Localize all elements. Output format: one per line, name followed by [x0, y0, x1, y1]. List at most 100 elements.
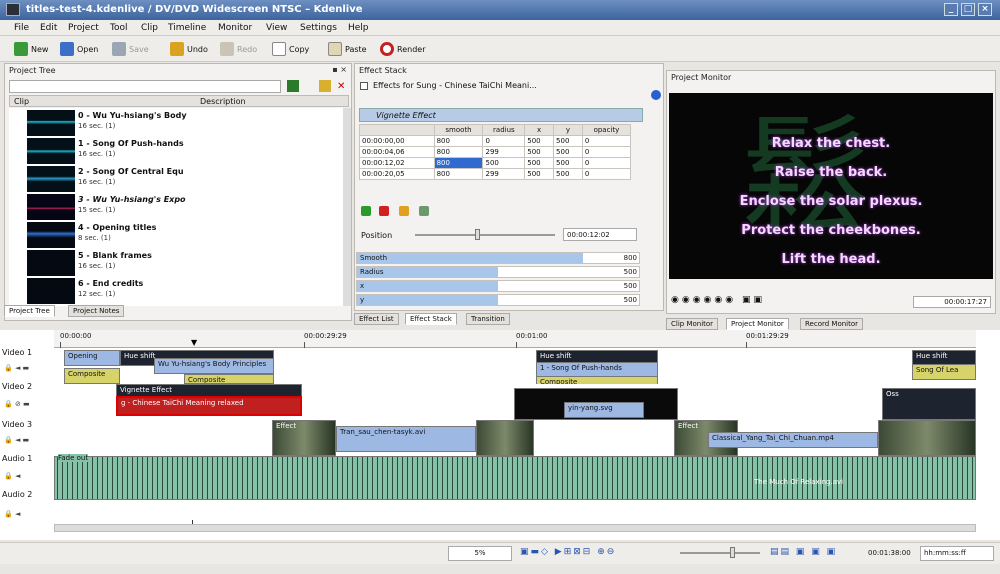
- edit-clip-icon[interactable]: [319, 80, 331, 92]
- track-audio-1[interactable]: Fade out The Much Of Relaxing.avi: [54, 454, 976, 502]
- table-row[interactable]: 00:00:00,00 800 0 500 500 0: [359, 135, 632, 147]
- track-controls[interactable]: 🔒 ◄: [4, 472, 20, 480]
- add-keyframe-icon[interactable]: [361, 206, 371, 216]
- track-video-2[interactable]: Vignette Effect g - Chinese TaiChi Meani…: [54, 384, 976, 420]
- tab-effect-list[interactable]: Effect List: [354, 313, 399, 325]
- track-video-3[interactable]: Effect Tran_sau_chen-tasyk.avi Effect Cl…: [54, 420, 976, 456]
- table-cell[interactable]: 299: [482, 168, 526, 180]
- menu-help[interactable]: Help: [348, 23, 369, 33]
- zoom-slider-handle[interactable]: [730, 547, 735, 558]
- maximize-button[interactable]: □: [961, 3, 975, 16]
- table-cell[interactable]: 00:00:04,06: [359, 146, 435, 158]
- menu-edit[interactable]: Edit: [40, 23, 57, 33]
- zoom-level[interactable]: 5%: [448, 546, 512, 561]
- radius-slider[interactable]: Radius 500: [356, 266, 640, 278]
- menu-tool[interactable]: Tool: [110, 23, 127, 33]
- tab-record-monitor[interactable]: Record Monitor: [800, 318, 864, 330]
- save-button[interactable]: Save: [112, 40, 149, 58]
- undo-button[interactable]: Undo: [170, 40, 208, 58]
- table-cell[interactable]: 500: [553, 157, 583, 169]
- track-video-1[interactable]: Opening Composite Hue shift Wu Yu-hsiang…: [54, 348, 976, 386]
- timeline-clip[interactable]: Song Of Lea: [912, 364, 976, 380]
- tab-effect-stack[interactable]: Effect Stack: [405, 313, 457, 325]
- y-slider[interactable]: y 500: [356, 294, 640, 306]
- menu-settings[interactable]: Settings: [300, 23, 337, 33]
- timeline-clip[interactable]: Wu Yu-hsiang's Body Principles: [154, 358, 274, 374]
- timecode-format-select[interactable]: hh:mm:ss:ff: [920, 546, 994, 561]
- table-cell[interactable]: 500: [553, 135, 583, 147]
- menu-file[interactable]: File: [14, 23, 29, 33]
- table-row[interactable]: 00:00:20,05 800 299 500 500 0: [359, 168, 632, 180]
- table-cell[interactable]: 00:00:00,00: [359, 135, 435, 147]
- horizontal-scrollbar[interactable]: [54, 524, 976, 532]
- effect-name[interactable]: Vignette Effect: [376, 111, 436, 120]
- track-controls[interactable]: 🔒 ◄ ▬: [4, 364, 29, 372]
- tab-clip-monitor[interactable]: Clip Monitor: [666, 318, 719, 330]
- timeline-clip[interactable]: yin-yang.svg: [564, 402, 644, 418]
- new-button[interactable]: New: [14, 40, 48, 58]
- table-cell[interactable]: 00:00:20,05: [359, 168, 435, 180]
- timeline-clip[interactable]: Classical_Yang_Tai_Chi_Chuan.mp4: [708, 432, 878, 448]
- menu-timeline[interactable]: Timeline: [168, 23, 206, 33]
- list-item[interactable]: 2 - Song Of Central Equ: [78, 167, 184, 176]
- position-slider[interactable]: [415, 234, 555, 236]
- table-cell[interactable]: 0: [581, 135, 632, 147]
- render-button[interactable]: Render: [380, 40, 425, 58]
- redo-button[interactable]: Redo: [220, 40, 257, 58]
- table-cell[interactable]: 0: [581, 146, 632, 158]
- list-item[interactable]: 0 - Wu Yu-hsiang's Body: [78, 111, 187, 120]
- x-slider[interactable]: x 500: [356, 280, 640, 292]
- status-tool-icons[interactable]: ▣▬◇ ▶⊞⊠⊟ ⊕⊖: [520, 547, 616, 557]
- delete-clip-icon[interactable]: ✕: [337, 81, 345, 92]
- reset-icon[interactable]: [419, 206, 429, 216]
- list-item[interactable]: 3 - Wu Yu-hsiang's Expo: [78, 195, 186, 204]
- table-cell[interactable]: 299: [482, 146, 526, 158]
- scrollbar[interactable]: [343, 108, 351, 306]
- timeline-clip[interactable]: [476, 420, 534, 456]
- menu-project[interactable]: Project: [68, 23, 99, 33]
- track-audio-2[interactable]: [54, 502, 976, 520]
- tab-project-tree[interactable]: Project Tree: [4, 305, 55, 317]
- table-cell[interactable]: 0: [482, 135, 526, 147]
- tab-transition[interactable]: Transition: [466, 313, 510, 325]
- search-input[interactable]: [9, 80, 281, 93]
- table-cell[interactable]: 500: [553, 168, 583, 180]
- table-cell[interactable]: 00:00:12,02: [359, 157, 435, 169]
- track-controls[interactable]: 🔒 ◄ ▬: [4, 436, 29, 444]
- paste-button[interactable]: Paste: [328, 40, 367, 58]
- table-cell[interactable]: 800: [433, 135, 484, 147]
- col-description[interactable]: Description: [200, 97, 246, 106]
- open-button[interactable]: Open: [60, 40, 98, 58]
- status-view-icons[interactable]: ▤▤ ▣ ▣ ▣: [770, 547, 837, 557]
- tab-project-monitor[interactable]: Project Monitor: [726, 318, 789, 330]
- playhead-marker[interactable]: ▼: [191, 338, 197, 347]
- edit-keyframe-icon[interactable]: [399, 206, 409, 216]
- zoom-slider[interactable]: [680, 552, 760, 554]
- position-slider-handle[interactable]: [475, 229, 480, 240]
- smooth-slider[interactable]: Smooth 800: [356, 252, 640, 264]
- playback-controls[interactable]: ◉◉◉◉◉◉ ▣▣: [671, 295, 765, 305]
- table-cell[interactable]: 800: [433, 146, 484, 158]
- table-cell[interactable]: 800: [433, 157, 484, 169]
- col-clip[interactable]: Clip: [14, 97, 29, 106]
- timeline-clip-selected[interactable]: g - Chinese TaiChi Meaning relaxed: [116, 396, 302, 416]
- add-clip-icon[interactable]: [287, 80, 299, 92]
- menu-view[interactable]: View: [266, 23, 287, 33]
- panel-float-close-icon[interactable]: ▪ ×: [332, 65, 347, 74]
- table-cell[interactable]: 500: [524, 157, 555, 169]
- close-window-button[interactable]: ×: [978, 3, 992, 16]
- timeline-clip[interactable]: Composite: [64, 368, 120, 384]
- table-cell[interactable]: 800: [433, 168, 484, 180]
- track-controls[interactable]: 🔒 ◄: [4, 510, 20, 518]
- list-item[interactable]: 1 - Song Of Push-hands: [78, 139, 184, 148]
- delete-keyframe-icon[interactable]: [379, 206, 389, 216]
- position-timecode[interactable]: 00:00:12:02: [563, 228, 637, 241]
- list-item[interactable]: 6 - End credits: [78, 279, 143, 288]
- table-row[interactable]: 00:00:04,06 800 299 500 500 0: [359, 146, 632, 158]
- minimize-button[interactable]: _: [944, 3, 958, 16]
- timeline-clip[interactable]: Opening: [64, 350, 120, 366]
- table-cell[interactable]: 500: [553, 146, 583, 158]
- tab-project-notes[interactable]: Project Notes: [68, 305, 125, 317]
- timeline-clip[interactable]: Effect: [272, 420, 336, 456]
- table-cell[interactable]: 500: [524, 168, 555, 180]
